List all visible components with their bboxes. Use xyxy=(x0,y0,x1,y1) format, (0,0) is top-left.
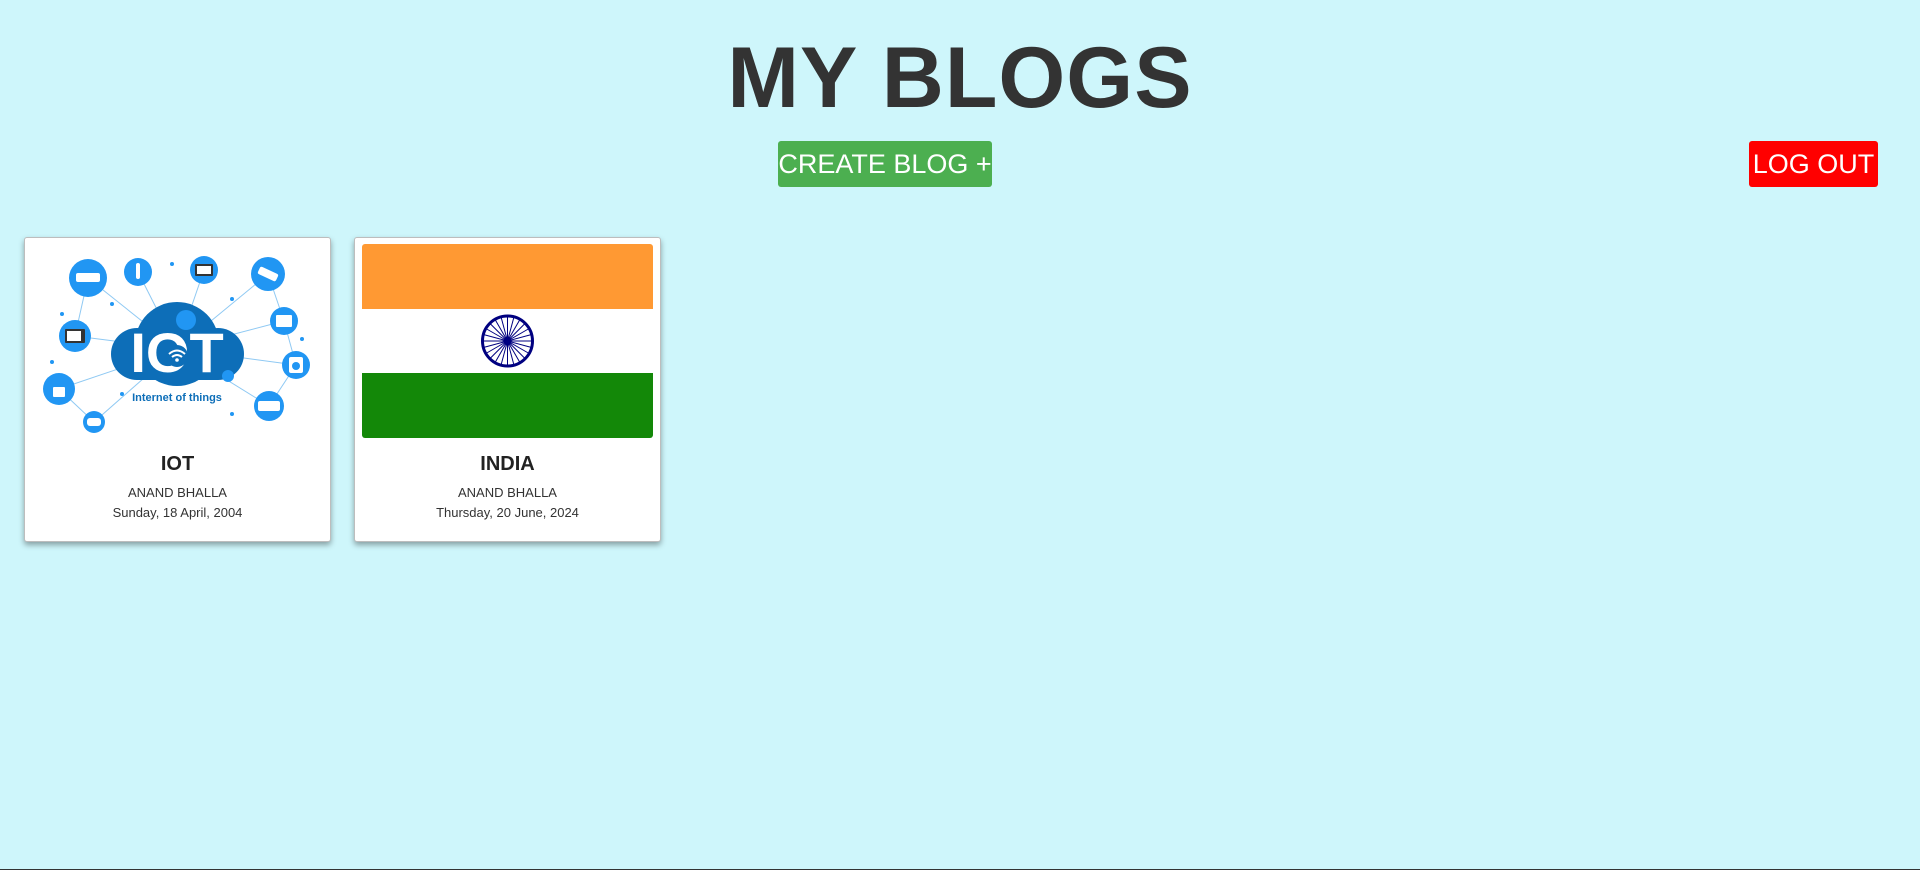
logout-button[interactable]: LOG OUT xyxy=(1749,141,1878,187)
blog-card-author: ANAND BHALLA xyxy=(458,485,557,500)
page-title: MY BLOGS xyxy=(727,30,1193,126)
blog-card-image: IOT Internet of things xyxy=(32,244,323,438)
blog-card-title: IOT xyxy=(160,453,195,475)
blog-card[interactable]: INDIA ANAND BHALLA Thursday, 20 June, 20… xyxy=(354,237,661,542)
blog-card-title: INDIA xyxy=(480,453,535,475)
create-blog-button[interactable]: CREATE BLOG + xyxy=(778,141,992,187)
iot-illustration-icon: IOT Internet of things xyxy=(32,244,323,438)
blog-card-date: Thursday, 20 June, 2024 xyxy=(436,505,579,520)
india-flag-icon xyxy=(362,244,653,438)
blog-card-image xyxy=(362,244,653,438)
blog-card[interactable]: IOT Internet of things IOT ANAND BHALLA … xyxy=(24,237,331,542)
iot-image-caption: Internet of things xyxy=(132,392,222,404)
blog-card-author: ANAND BHALLA xyxy=(128,485,227,500)
blog-card-date: Sunday, 18 April, 2004 xyxy=(112,505,243,520)
